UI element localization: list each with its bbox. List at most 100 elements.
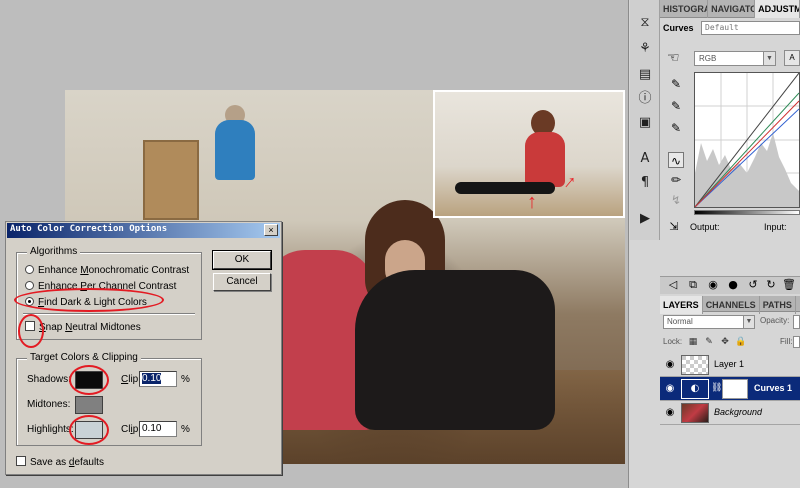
checkbox-indicator[interactable] <box>16 456 26 466</box>
checkbox-save-defaults[interactable]: Save as defaults <box>16 456 104 469</box>
checkbox-snap-neutral[interactable]: Snap Neutral Midtones <box>25 321 141 334</box>
curve-point-tool-icon[interactable]: ∿ <box>668 152 684 168</box>
history-icon[interactable]: ⧖ <box>635 14 655 32</box>
photo-person-blue-shirt <box>215 120 255 180</box>
highlights-clip-input[interactable]: 0.10 <box>139 421 177 437</box>
eyedropper-white-icon[interactable]: ✎ <box>668 120 684 136</box>
pencil-icon[interactable]: ✏ <box>668 172 684 188</box>
opacity-input[interactable] <box>793 315 800 329</box>
midtones-swatch[interactable] <box>75 396 103 414</box>
eyedropper-gray-icon[interactable]: ✎ <box>668 98 684 114</box>
radio-indicator-selected[interactable] <box>25 297 34 306</box>
target-colors-group: Target Colors & Clipping Shadows: Clip: … <box>16 352 202 446</box>
masks-icon[interactable]: ▣ <box>635 114 655 132</box>
eyedropper-black-icon[interactable]: ✎ <box>668 76 684 92</box>
radio-indicator[interactable] <box>25 265 34 274</box>
auto-button[interactable]: A <box>784 50 800 66</box>
layer-mask-thumbnail[interactable] <box>722 379 748 399</box>
ok-button[interactable]: OK <box>212 250 272 270</box>
layer-thumbnail <box>681 403 709 423</box>
delete-icon[interactable]: 🗑 <box>782 278 796 292</box>
lock-row: Lock: ▦ ✎ ✥ 🔒 Fill: <box>663 336 800 350</box>
input-label: Input: <box>764 222 787 232</box>
eye-icon[interactable]: ◉ <box>663 382 677 396</box>
expand-view-icon[interactable]: ⧉ <box>686 278 700 292</box>
blend-mode-select[interactable]: Normal ▼ <box>663 315 755 329</box>
curve-io-row: ⇲ Output: Input: <box>664 220 800 234</box>
layer-row-background[interactable]: ◉ Background <box>660 401 800 425</box>
curve-graph-svg <box>695 73 799 207</box>
tab-channels[interactable]: CHANNELS <box>703 296 760 314</box>
dialog-title: Auto Color Correction Options <box>10 224 168 234</box>
eye-icon[interactable]: ● <box>726 278 740 292</box>
previous-state-icon[interactable]: ↺ <box>746 278 760 292</box>
layer-thumbnail <box>681 355 709 375</box>
lock-move-icon[interactable]: ✥ <box>719 336 731 348</box>
separator <box>23 313 195 314</box>
radio-monochromatic[interactable]: Enhance Monochromatic Contrast <box>25 264 189 277</box>
target-adjust-icon[interactable]: ⇲ <box>666 220 682 234</box>
lock-all-icon[interactable]: 🔒 <box>735 336 747 348</box>
eye-icon[interactable]: ◉ <box>663 358 677 372</box>
cancel-button[interactable]: Cancel <box>213 273 271 291</box>
smooth-icon[interactable]: ↯ <box>668 192 684 208</box>
tab-paths[interactable]: PATHS <box>760 296 796 314</box>
layer-name: Curves 1 <box>754 383 793 393</box>
chevron-down-icon[interactable]: ▼ <box>763 52 775 65</box>
layer-comps-icon[interactable]: ▤ <box>635 66 655 84</box>
play-icon[interactable]: ▶ <box>635 210 655 228</box>
adjust-panel-footer: ◁ ⧉ ◉ ● ↺ ↻ 🗑 <box>660 276 800 294</box>
curve-graph[interactable] <box>694 72 800 208</box>
shadows-pct: % <box>181 374 190 385</box>
dialog-titlebar[interactable]: Auto Color Correction Options × <box>7 223 280 238</box>
fill-input[interactable] <box>793 336 800 348</box>
layer-name: Background <box>714 407 763 417</box>
info-icon[interactable]: ⓘ <box>635 90 655 108</box>
radio-find-dark-light[interactable]: Find Dark & Light Colors <box>25 296 147 309</box>
red-arrow-icon: ↑ <box>527 191 537 213</box>
layer-name: Layer 1 <box>714 359 745 369</box>
channel-select[interactable]: RGB ▼ <box>694 51 776 66</box>
chevron-down-icon[interactable]: ▼ <box>743 316 754 328</box>
fill-label: Fill: <box>780 337 793 346</box>
lock-label: Lock: <box>663 337 683 346</box>
tab-adjustments[interactable]: ADJUSTM <box>755 0 800 18</box>
highlights-label: Highlights: <box>27 424 74 435</box>
layer-row-layer1[interactable]: ◉ Layer 1 <box>660 353 800 377</box>
shadows-clip-input[interactable]: 0.10 <box>139 371 177 387</box>
close-icon[interactable]: × <box>264 224 278 236</box>
clip-to-layer-icon[interactable]: ◉ <box>706 278 720 292</box>
paragraph-icon[interactable]: ¶ <box>635 174 655 192</box>
radio-indicator[interactable] <box>25 281 34 290</box>
panel-tool-strip: ⧖ ⚘ ▤ ⓘ ▣ A ¶ ▶ <box>630 0 660 240</box>
eye-icon[interactable]: ◉ <box>663 406 677 420</box>
layer-row-curves1[interactable]: ◉ ◐ ⛓ Curves 1 <box>660 377 800 401</box>
tab-histogram[interactable]: HISTOGRA <box>660 0 709 18</box>
actions-icon[interactable]: ⚘ <box>635 40 655 58</box>
photo-inset: ↑ ↑ <box>433 90 625 218</box>
photo-person-black-shirt <box>355 270 555 430</box>
tab-navigator[interactable]: NAVIGATO <box>708 0 756 18</box>
preset-select[interactable]: Default <box>701 21 800 35</box>
highlights-swatch[interactable] <box>75 421 103 439</box>
pointing-hand-icon[interactable]: ☜ <box>667 50 683 66</box>
chain-link-icon[interactable]: ⛓ <box>711 383 722 393</box>
highlights-pct: % <box>181 424 190 435</box>
reset-icon[interactable]: ↻ <box>764 278 778 292</box>
tab-layers[interactable]: LAYERS <box>660 296 703 314</box>
curves-header: Curves Default <box>663 21 800 37</box>
algorithms-legend: Algorithms <box>27 246 81 257</box>
channel-value: RGB <box>699 54 717 63</box>
lock-paint-icon[interactable]: ✎ <box>703 336 715 348</box>
character-icon[interactable]: A <box>635 150 655 168</box>
back-arrow-icon[interactable]: ◁ <box>666 278 680 292</box>
shadows-label: Shadows: <box>27 374 71 385</box>
midtones-label: Midtones: <box>27 399 71 410</box>
algorithms-group: Algorithms Enhance Monochromatic Contras… <box>16 246 202 340</box>
layers-panel-tabs: LAYERS CHANNELS PATHS <box>660 296 800 314</box>
shadows-swatch[interactable] <box>75 371 103 389</box>
checkbox-indicator[interactable] <box>25 321 35 331</box>
lock-transparent-icon[interactable]: ▦ <box>687 336 699 348</box>
opacity-label: Opacity: <box>760 316 790 325</box>
radio-per-channel[interactable]: Enhance Per Channel Contrast <box>25 280 176 293</box>
